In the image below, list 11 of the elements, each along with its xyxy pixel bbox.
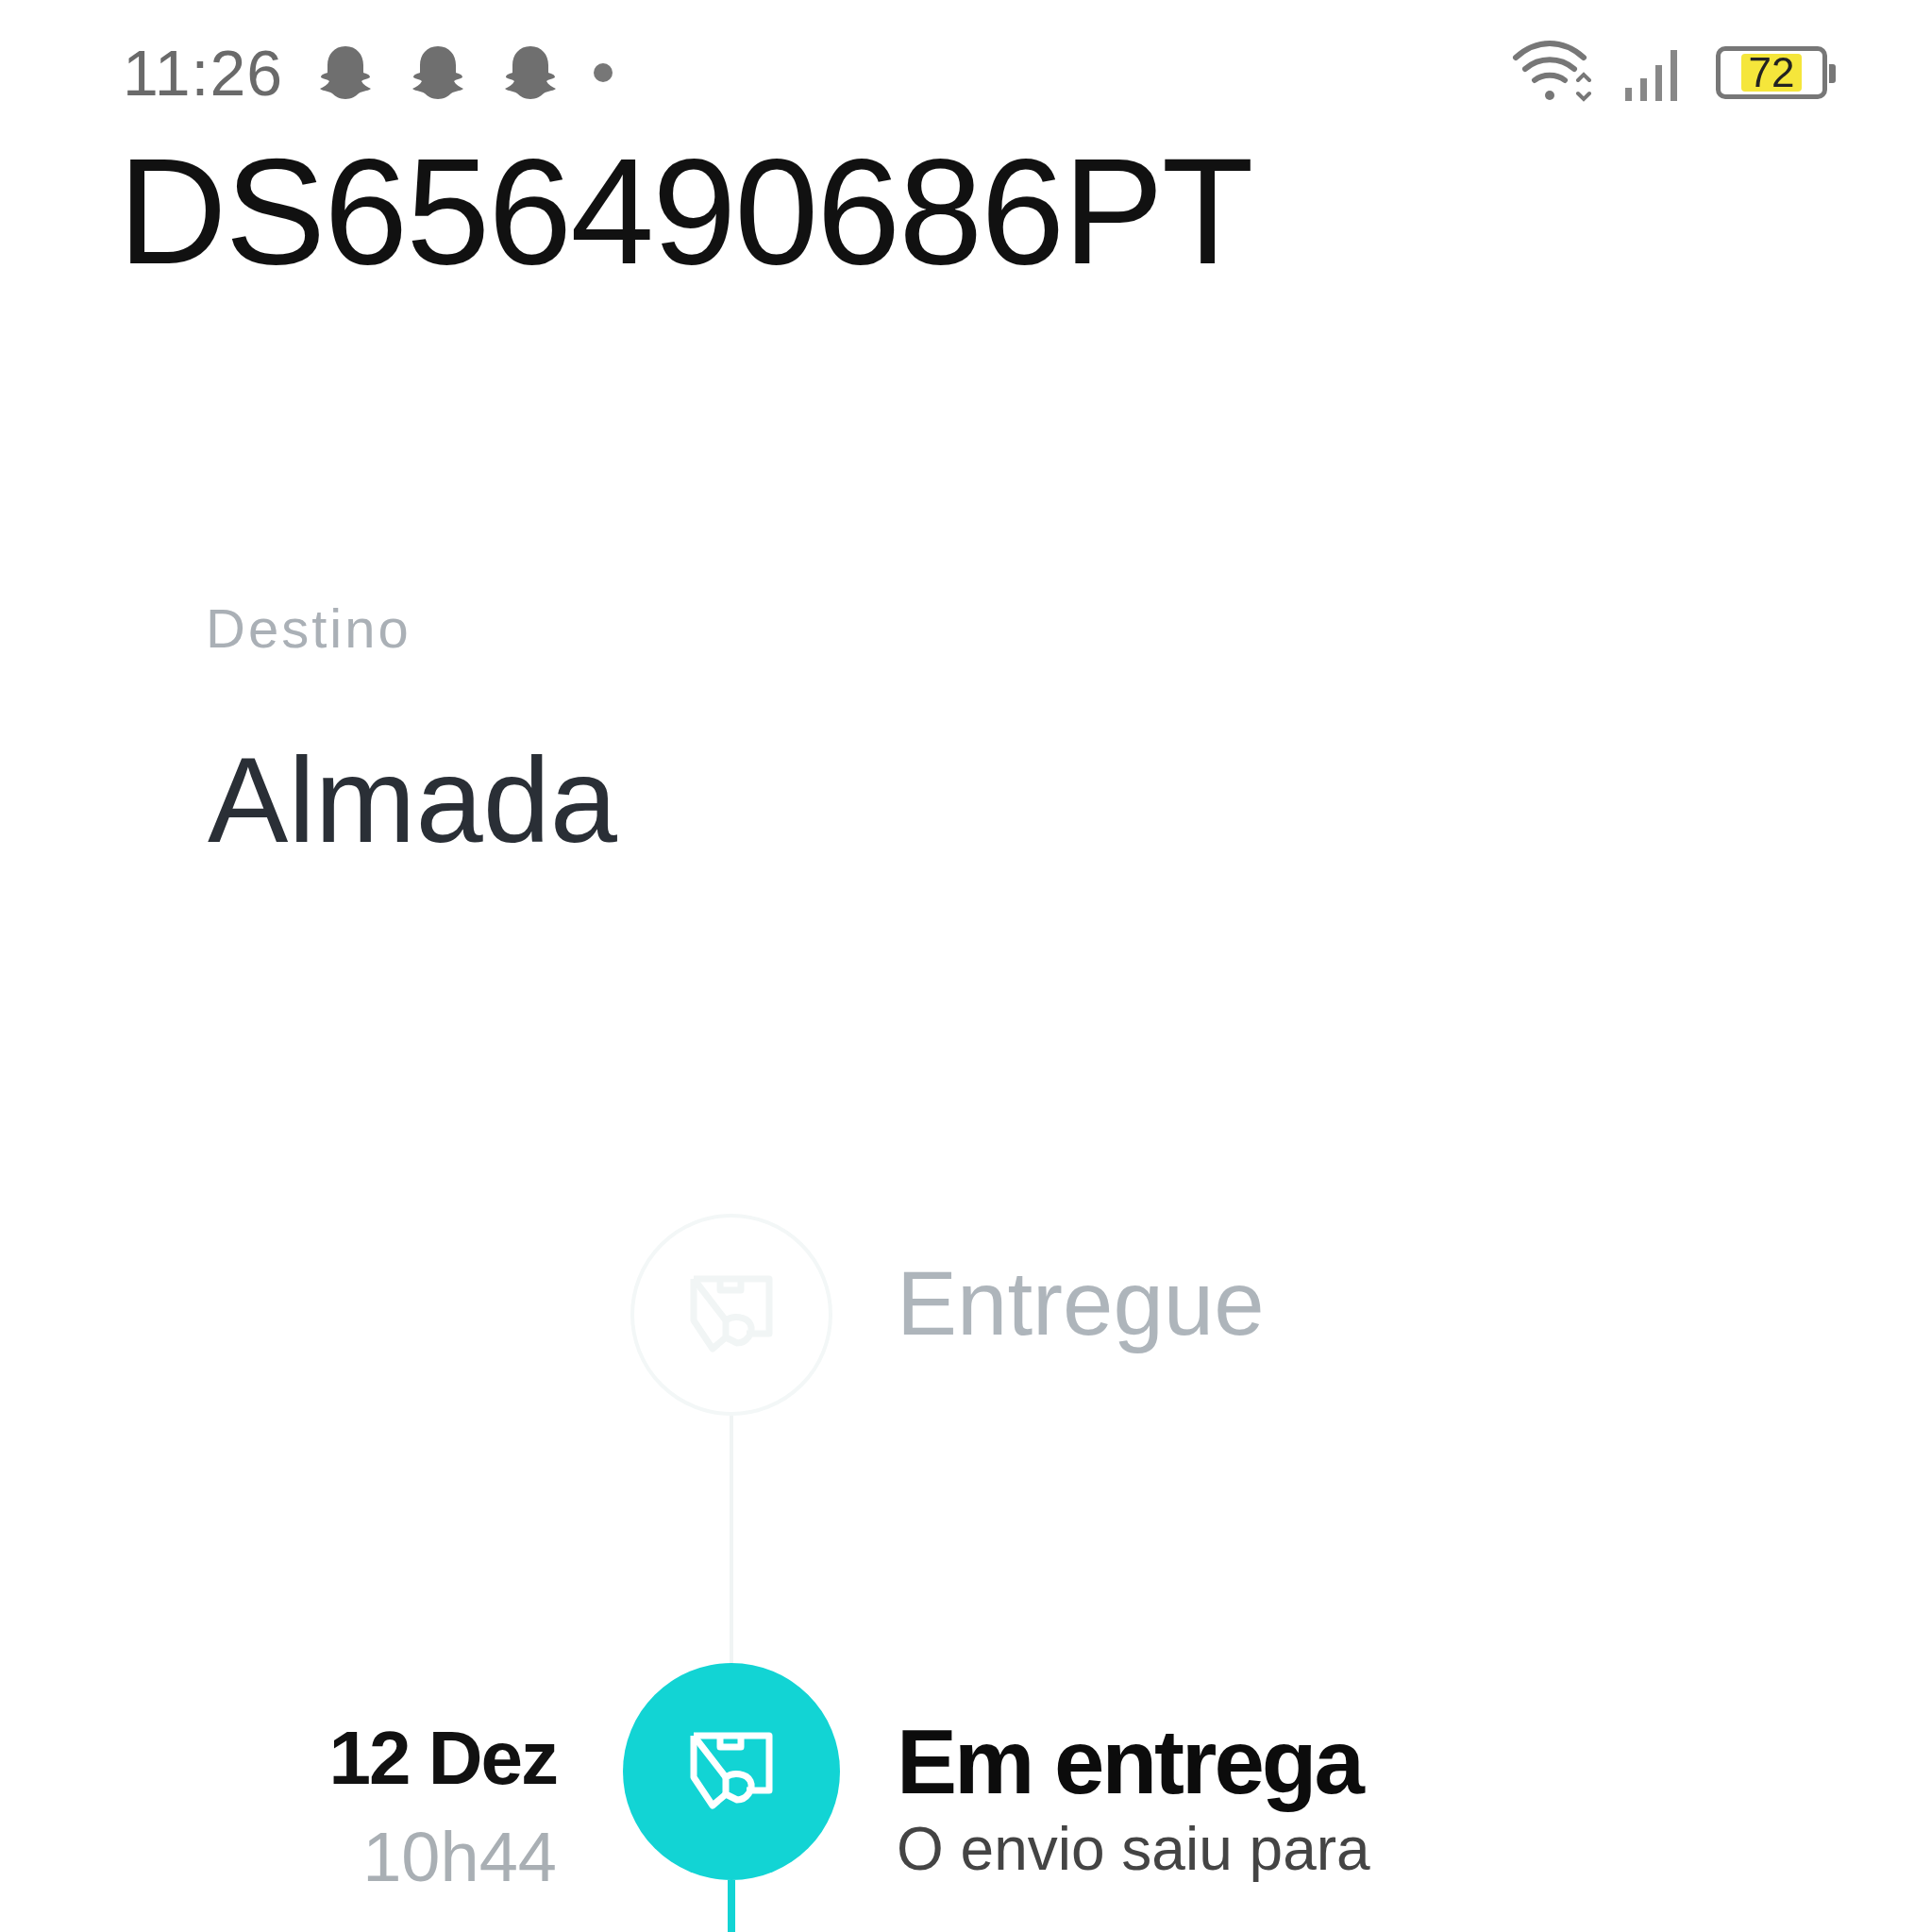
dot-icon bbox=[593, 62, 614, 83]
step-date: 12 Dez bbox=[328, 1715, 557, 1802]
step-title: Em entrega bbox=[897, 1710, 1364, 1814]
battery-level: 72 bbox=[1740, 54, 1803, 92]
step-description: O envio saiu para bbox=[897, 1814, 1371, 1884]
destination-value: Almada bbox=[208, 731, 618, 869]
tracking-number: DS656490686PT bbox=[118, 128, 1253, 294]
destination-label: Destino bbox=[206, 596, 412, 660]
step-title: Entregue bbox=[897, 1252, 1266, 1355]
step-time: 10h44 bbox=[362, 1817, 557, 1897]
clock-time: 11:26 bbox=[123, 36, 284, 109]
